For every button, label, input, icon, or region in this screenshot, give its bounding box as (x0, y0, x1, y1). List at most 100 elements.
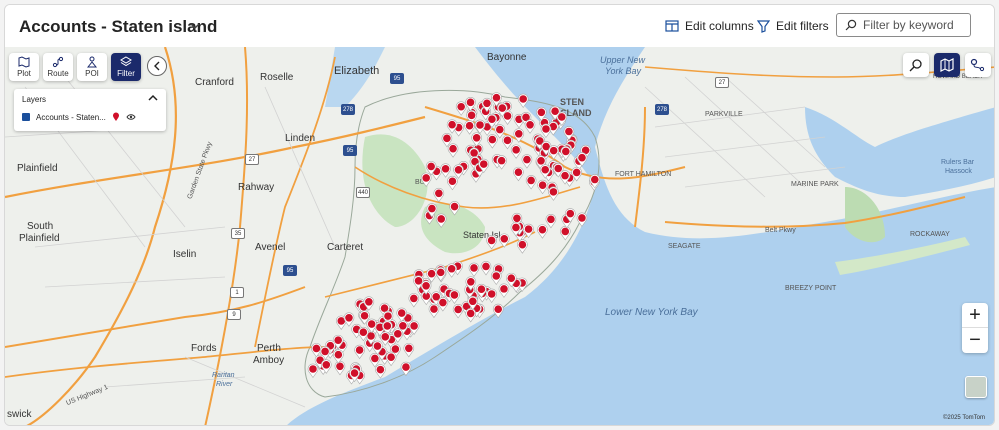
account-marker[interactable] (435, 213, 447, 228)
zoom-in-button[interactable]: + (962, 303, 988, 328)
layer-checkbox[interactable] (22, 113, 30, 121)
account-marker[interactable] (455, 101, 467, 116)
account-marker[interactable] (517, 239, 528, 254)
account-marker[interactable] (468, 262, 480, 277)
account-marker[interactable] (403, 343, 415, 358)
account-marker[interactable] (433, 187, 445, 203)
account-marker[interactable] (525, 175, 537, 190)
filter-button[interactable]: Filter (111, 53, 141, 81)
layers-panel: Layers Accounts - Staten... (14, 89, 166, 131)
map-icon (940, 58, 954, 72)
account-marker[interactable] (545, 214, 557, 229)
map-view-button[interactable] (934, 53, 960, 77)
account-marker[interactable] (453, 164, 464, 179)
map-pin-icon (18, 56, 30, 68)
layer-label: Accounts - Staten... (36, 112, 106, 122)
account-marker[interactable] (375, 364, 386, 379)
account-marker[interactable] (521, 154, 533, 169)
account-marker[interactable] (537, 224, 548, 239)
route-pin-icon (970, 58, 985, 72)
edit-filters-button[interactable]: Edit filters (757, 17, 829, 35)
columns-icon (665, 20, 679, 32)
map-canvas[interactable]: Bayonne Upper New York Bay Elizabeth Cra… (5, 47, 994, 425)
account-marker[interactable] (420, 172, 432, 187)
route-label: Route (47, 69, 69, 78)
account-marker[interactable] (576, 212, 588, 227)
account-marker[interactable] (513, 166, 524, 182)
edit-columns-button[interactable]: Edit columns (665, 17, 754, 35)
account-marker[interactable] (435, 267, 447, 282)
account-marker[interactable] (465, 308, 476, 323)
chevron-up-icon[interactable] (148, 94, 158, 102)
account-marker[interactable] (307, 363, 319, 379)
route-button[interactable]: Route (43, 53, 73, 81)
account-marker[interactable] (480, 261, 492, 276)
account-marker[interactable] (385, 351, 397, 367)
edit-filters-label: Edit filters (776, 19, 829, 33)
account-marker[interactable] (510, 144, 522, 159)
account-marker[interactable] (486, 235, 497, 250)
account-marker[interactable] (452, 304, 464, 319)
zoom-search-icon (909, 59, 922, 72)
account-marker[interactable] (447, 175, 458, 191)
map-search-button[interactable] (903, 53, 929, 77)
account-marker[interactable] (474, 119, 486, 135)
pin-icon (112, 112, 119, 121)
account-marker[interactable] (548, 145, 559, 160)
search-icon (845, 19, 857, 31)
account-marker[interactable] (437, 297, 449, 312)
zoom-control: + − (962, 303, 988, 353)
visibility-icon[interactable] (126, 113, 136, 121)
account-marker[interactable] (449, 289, 460, 305)
account-marker[interactable] (548, 186, 559, 201)
account-marker[interactable] (446, 263, 457, 278)
app-frame: Accounts - Staten island Edit columns Ed… (4, 4, 995, 426)
account-marker[interactable] (537, 179, 548, 195)
account-marker[interactable] (540, 123, 552, 139)
route-icon (52, 56, 64, 68)
account-marker[interactable] (440, 163, 451, 178)
account-marker[interactable] (333, 349, 344, 364)
header: Accounts - Staten island Edit columns Ed… (5, 5, 994, 47)
account-marker[interactable] (517, 93, 529, 109)
account-marker[interactable] (498, 233, 510, 248)
layers-icon (120, 56, 132, 67)
filter-label: Filter (117, 69, 135, 78)
plot-button[interactable]: Plot (9, 53, 39, 81)
account-marker[interactable] (487, 134, 498, 149)
account-marker[interactable] (400, 361, 412, 377)
account-marker[interactable] (513, 128, 525, 143)
layers-title: Layers (22, 95, 47, 104)
account-marker[interactable] (492, 303, 504, 319)
poi-icon (86, 56, 98, 68)
chevron-down-icon[interactable] (188, 19, 202, 33)
account-marker[interactable] (502, 135, 513, 150)
account-marker[interactable] (408, 293, 420, 308)
account-marker[interactable] (334, 360, 346, 376)
chevron-left-icon (154, 61, 160, 71)
account-marker[interactable] (498, 283, 510, 298)
account-marker[interactable] (490, 270, 502, 286)
poi-label: POI (85, 69, 99, 78)
account-marker[interactable] (486, 288, 497, 304)
poi-button[interactable]: POI (77, 53, 107, 81)
keyword-search-input[interactable]: Filter by keyword (836, 13, 971, 37)
account-marker[interactable] (354, 344, 365, 360)
account-marker[interactable] (343, 312, 355, 327)
account-marker[interactable] (524, 119, 536, 134)
account-marker[interactable] (464, 120, 475, 135)
account-marker[interactable] (428, 303, 440, 319)
plot-label: Plot (17, 69, 31, 78)
account-marker[interactable] (447, 143, 459, 158)
edit-columns-label: Edit columns (685, 19, 754, 33)
zoom-out-button[interactable]: − (962, 328, 988, 353)
account-marker[interactable] (560, 226, 571, 241)
filter-icon (757, 19, 770, 33)
search-placeholder: Filter by keyword (863, 18, 954, 32)
map-style-button[interactable] (965, 376, 987, 398)
account-marker[interactable] (449, 201, 460, 216)
attribution: ©2025 TomTom (943, 415, 985, 421)
collapse-button[interactable] (147, 56, 167, 76)
directions-button[interactable] (965, 53, 991, 77)
layer-row[interactable]: Accounts - Staten... (22, 112, 136, 122)
